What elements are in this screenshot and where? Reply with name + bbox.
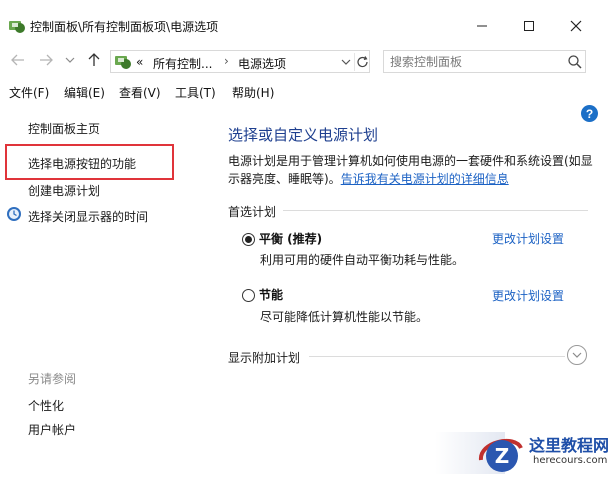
breadcrumb-power-options[interactable]: 电源选项 bbox=[238, 55, 286, 72]
control-panel-icon bbox=[8, 18, 26, 34]
svg-text:Z: Z bbox=[495, 444, 510, 468]
sidebar-item-user-accounts[interactable]: 用户帐户 bbox=[28, 421, 76, 438]
address-bar[interactable]: « 所有控制... › 电源选项 bbox=[110, 50, 370, 73]
control-panel-icon bbox=[114, 53, 132, 70]
back-button[interactable] bbox=[8, 50, 28, 70]
search-input[interactable] bbox=[390, 53, 560, 70]
plan-power-saver-desc: 尽可能降低计算机性能以节能。 bbox=[260, 310, 429, 324]
menu-file[interactable]: 文件(F) bbox=[9, 84, 49, 101]
page-description: 电源计划是用于管理计算机如何使用电源的一套硬件和系统设置(如显示器亮度、睡眠等)… bbox=[228, 152, 600, 188]
address-dropdown-chevron-icon[interactable] bbox=[340, 54, 352, 70]
minimize-button[interactable] bbox=[462, 12, 502, 40]
watermark: Z 这里教程网 herecours.com bbox=[435, 428, 615, 478]
recent-locations-chevron-icon[interactable] bbox=[60, 50, 80, 70]
sidebar-item-create-plan[interactable]: 创建电源计划 bbox=[28, 182, 100, 199]
learn-more-link[interactable]: 告诉我有关电源计划的详细信息 bbox=[341, 172, 509, 186]
plan-power-saver-change-link[interactable]: 更改计划设置 bbox=[492, 287, 564, 304]
plan-balanced-desc: 利用可用的硬件自动平衡功耗与性能。 bbox=[260, 253, 465, 267]
search-icon[interactable] bbox=[567, 54, 583, 70]
plan-power-saver-radio[interactable] bbox=[242, 289, 255, 302]
sidebar-item-display-off-time[interactable]: 选择关闭显示器的时间 bbox=[28, 208, 148, 225]
plan-balanced-change-link[interactable]: 更改计划设置 bbox=[492, 230, 564, 247]
sidebar-item-personalization[interactable]: 个性化 bbox=[28, 397, 64, 414]
window-title: 控制面板\所有控制面板项\电源选项 bbox=[30, 20, 219, 34]
breadcrumb-separator-icon[interactable]: › bbox=[224, 54, 229, 68]
maximize-button[interactable] bbox=[509, 12, 549, 40]
divider bbox=[309, 356, 565, 357]
sidebar-item-home[interactable]: 控制面板主页 bbox=[28, 120, 100, 137]
title-bar: 控制面板\所有控制面板项\电源选项 bbox=[0, 0, 616, 46]
expand-chevron-icon[interactable] bbox=[567, 345, 587, 365]
navigation-bar: « 所有控制... › 电源选项 bbox=[0, 46, 616, 76]
menu-edit[interactable]: 编辑(E) bbox=[64, 84, 105, 101]
menu-tools[interactable]: 工具(T) bbox=[175, 84, 216, 101]
watermark-name: 这里教程网 bbox=[529, 436, 610, 455]
highlight-box bbox=[5, 144, 174, 180]
display-timer-icon bbox=[6, 206, 22, 222]
watermark-url: herecours.com bbox=[533, 455, 608, 466]
preferred-plans-label: 首选计划 bbox=[228, 205, 277, 219]
close-button[interactable] bbox=[556, 12, 596, 40]
plan-power-saver-name[interactable]: 节能 bbox=[259, 286, 283, 303]
watermark-logo-icon: Z bbox=[475, 430, 527, 476]
menu-view[interactable]: 查看(V) bbox=[119, 84, 161, 101]
forward-button[interactable] bbox=[36, 50, 56, 70]
additional-plans-label[interactable]: 显示附加计划 bbox=[228, 349, 300, 366]
breadcrumb-all-items[interactable]: 所有控制... bbox=[153, 55, 212, 72]
menu-help[interactable]: 帮助(H) bbox=[232, 84, 274, 101]
refresh-icon[interactable] bbox=[354, 53, 370, 71]
up-button[interactable] bbox=[84, 50, 104, 70]
see-also-heading: 另请参阅 bbox=[28, 372, 77, 386]
help-icon[interactable]: ? bbox=[581, 105, 598, 122]
menu-bar: 文件(F) 编辑(E) 查看(V) 工具(T) 帮助(H) bbox=[0, 82, 616, 102]
address-overflow[interactable]: « bbox=[136, 55, 143, 69]
search-box[interactable] bbox=[383, 50, 586, 73]
divider bbox=[283, 210, 588, 211]
page-title: 选择或自定义电源计划 bbox=[228, 126, 379, 144]
plan-balanced-radio[interactable] bbox=[242, 233, 255, 246]
plan-balanced-name[interactable]: 平衡 (推荐) bbox=[259, 230, 322, 247]
